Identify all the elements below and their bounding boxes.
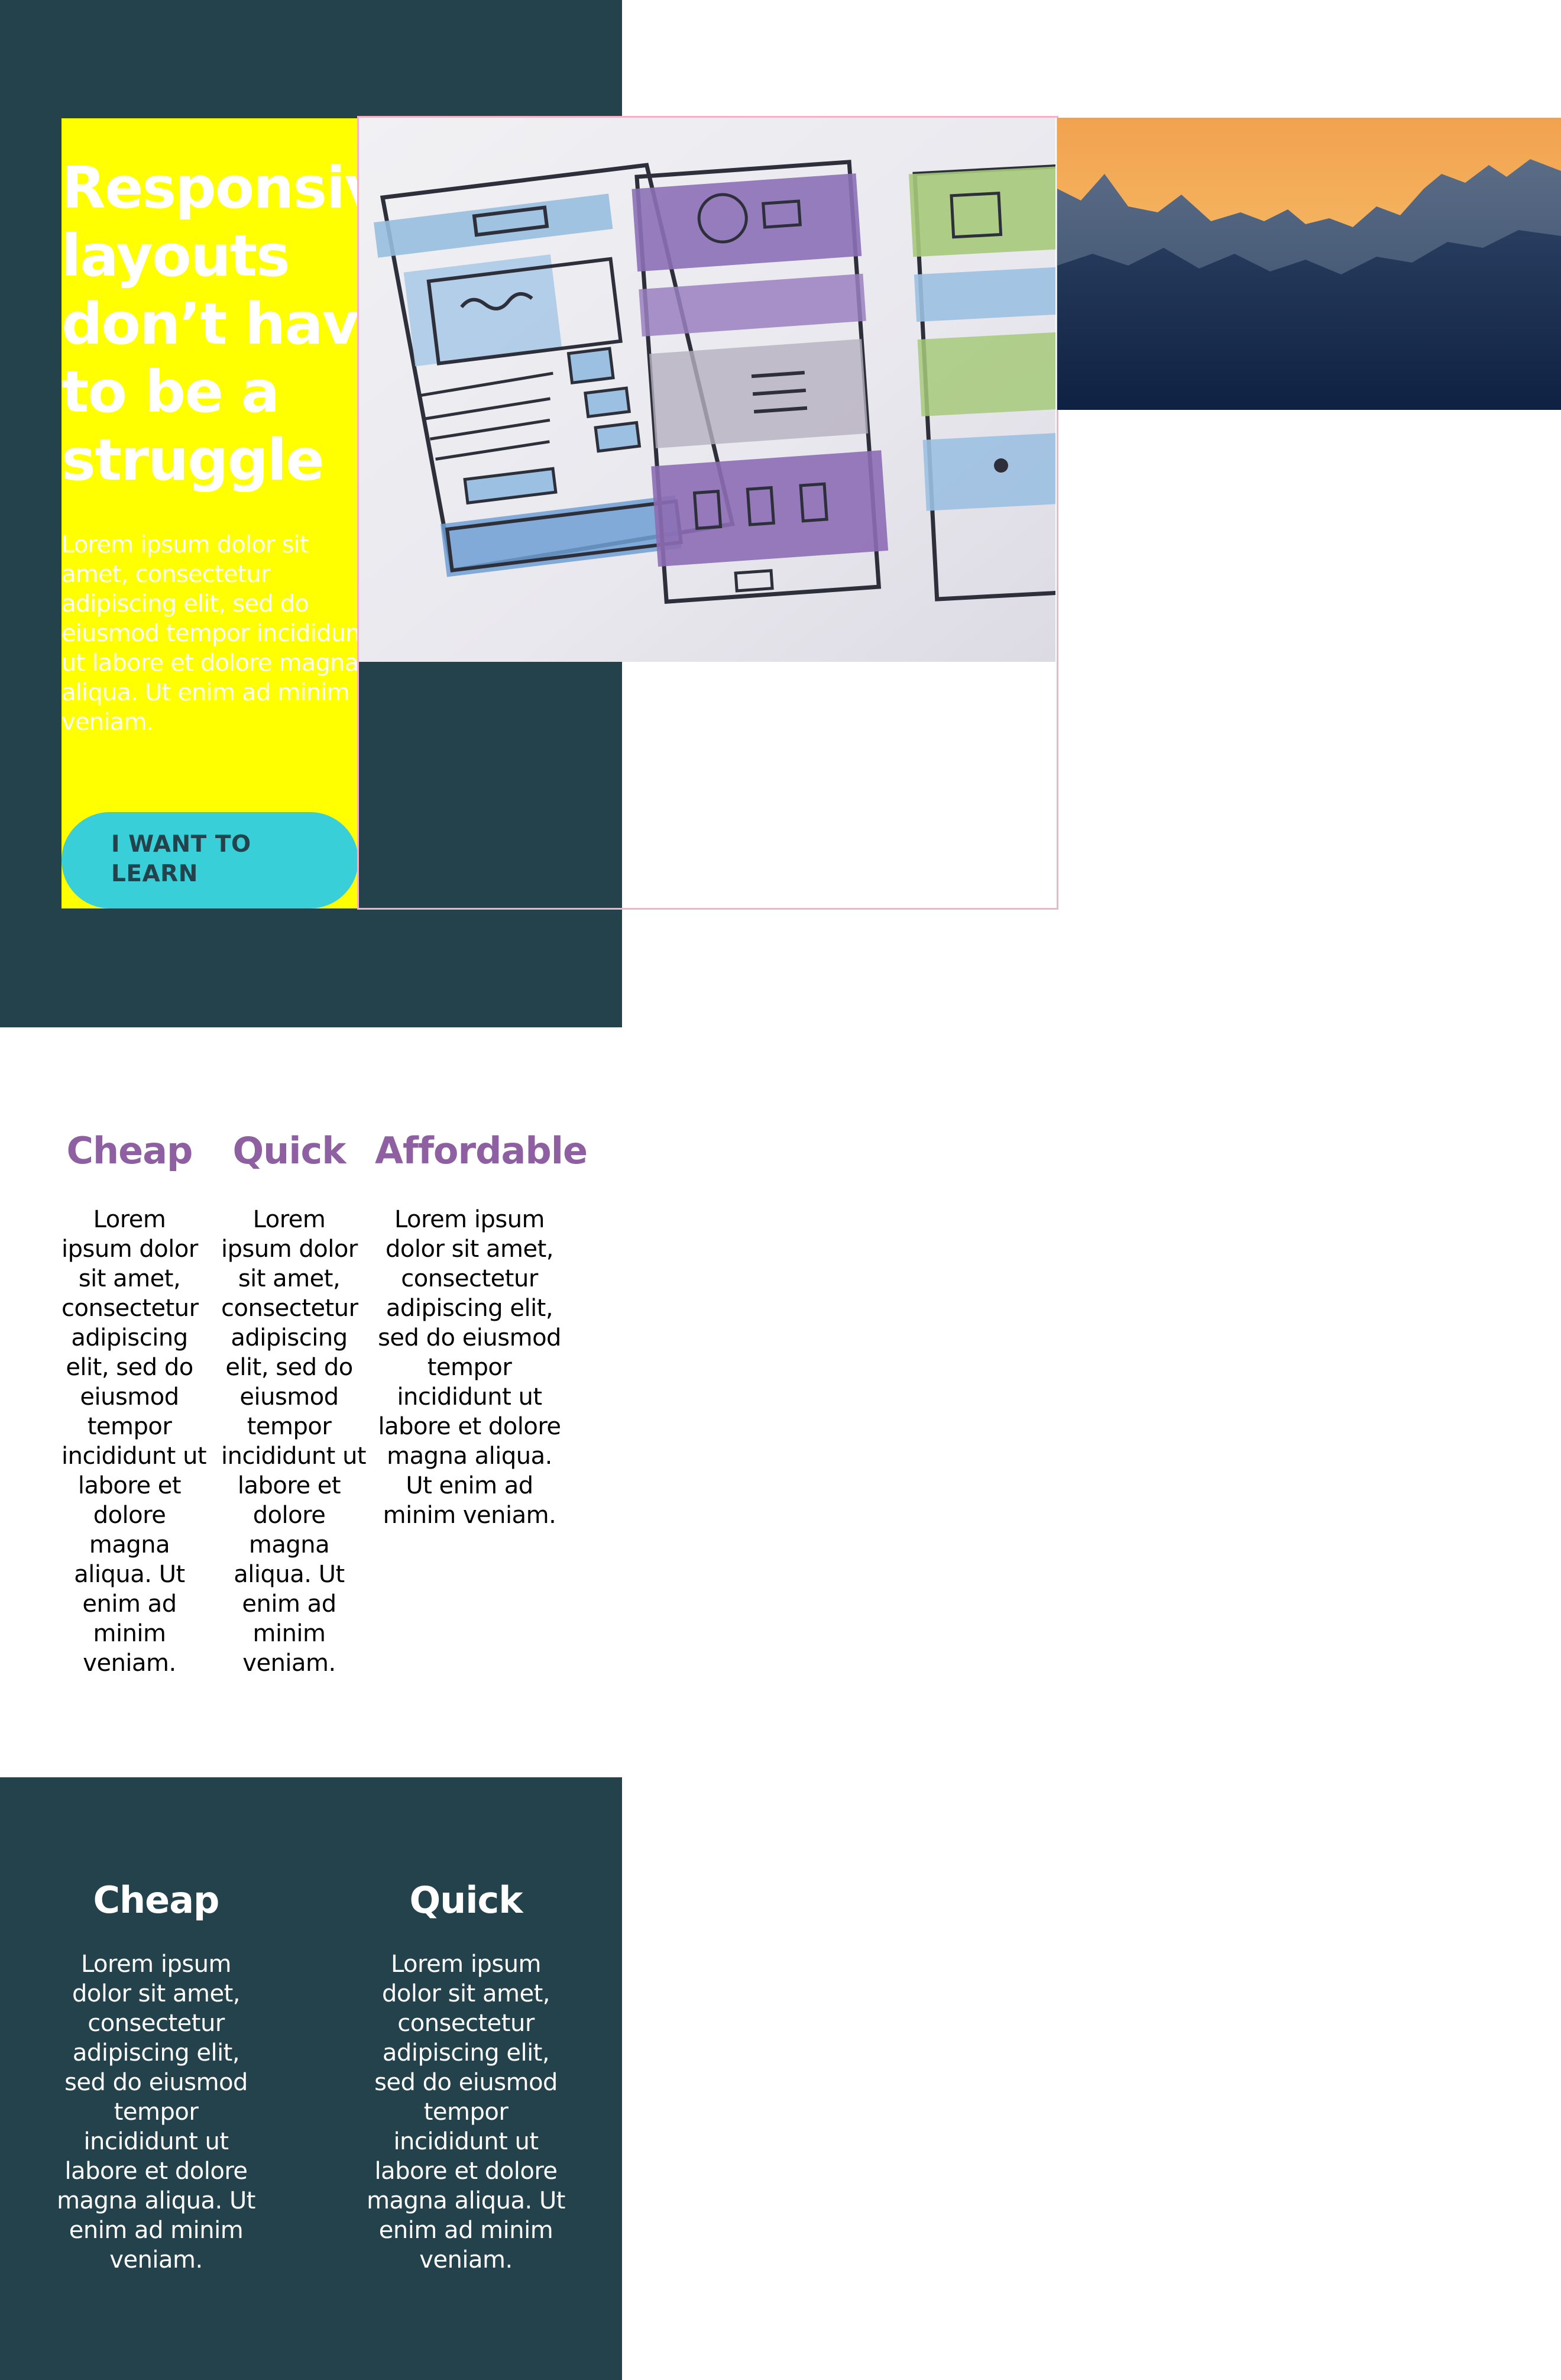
feature-description-line: adipiscing elit, — [386, 1295, 553, 1322]
feature-description-line: aliqua. Ut — [74, 1561, 185, 1588]
feature-description-line: ipsum dolor — [221, 1236, 358, 1263]
footer-feature-description-line: dolor sit amet, — [382, 1980, 550, 2007]
feature-description-line: adipiscing — [71, 1324, 188, 1351]
feature-heading: Cheap — [66, 1129, 193, 1172]
footer-feature-description: Lorem ipsum dolor sit amet, consectetur … — [365, 1949, 566, 2275]
feature-description-line: incididunt ut — [221, 1443, 367, 1470]
footer-feature-description-line: sed do eiusmod — [64, 2069, 248, 2096]
feature-heading: Quick — [232, 1129, 346, 1172]
feature-description-line: Lorem ipsum — [394, 1206, 545, 1233]
feature-heading: Affordable — [375, 1129, 588, 1172]
feature-description-line: minim veniam. — [383, 1502, 556, 1529]
footer-feature-description-line: Lorem ipsum — [390, 1951, 542, 1978]
footer-feature-description-line: Lorem ipsum — [80, 1951, 232, 1978]
feature-description-line: magna aliqua. — [387, 1443, 552, 1470]
feature-description: Lorem ipsum dolor sit amet, consectetur … — [221, 1205, 367, 1678]
feature-description-line: incididunt ut — [61, 1443, 207, 1470]
hero-description-line: Lorem ipsum dolor sit — [61, 531, 309, 558]
feature-description-line: ipsum dolor — [61, 1236, 198, 1263]
feature-description-line: magna — [248, 1531, 330, 1558]
feature-description-line: labore et — [237, 1472, 341, 1499]
hero-description: Lorem ipsum dolor sit amet, consectetur … — [61, 530, 369, 737]
feature-description-line: dolore — [252, 1502, 326, 1529]
feature-description-line: magna — [89, 1531, 170, 1558]
footer-feature-heading: Quick — [409, 1878, 523, 1922]
feature-description-line: veniam. — [242, 1650, 336, 1677]
feature-description-line: Lorem — [93, 1206, 166, 1233]
footer-feature-description-line: magna aliqua. Ut — [57, 2187, 255, 2214]
footer-feature-description-line: enim ad minim — [378, 2217, 553, 2244]
footer-feature-description-line: veniam. — [109, 2246, 203, 2274]
footer-feature-description-line: adipiscing elit, — [72, 2039, 240, 2067]
feature-description-line: aliqua. Ut — [234, 1561, 345, 1588]
hero-description-line: ut labore et dolore magna — [61, 649, 359, 677]
feature-description-line: sit amet, — [78, 1265, 181, 1292]
footer-feature-description-line: magna aliqua. Ut — [367, 2187, 565, 2214]
feature-description-line: incididunt ut — [397, 1383, 542, 1411]
hero-description-line: veniam. — [61, 709, 154, 736]
cta-label-line: I WANT TO — [111, 831, 251, 858]
cta-label-line: LEARN — [111, 861, 198, 887]
feature-description-line: enim ad — [242, 1590, 336, 1618]
feature-description-line: adipiscing — [231, 1324, 348, 1351]
feature-description-line: dolor sit amet, — [386, 1236, 553, 1263]
feature-description-line: Ut enim ad — [406, 1472, 533, 1499]
hero-description-line: amet, consectetur — [61, 561, 270, 588]
footer-feature-column-cheap: Cheap Lorem ipsum dolor sit amet, consec… — [56, 1875, 257, 2275]
feature-description-line: Lorem — [252, 1206, 326, 1233]
feature-description-line: eiusmod — [239, 1383, 339, 1411]
footer-feature-description-line: incididunt ut — [393, 2128, 539, 2155]
wireframe-sketch-image — [359, 118, 1055, 662]
footer-feature-description-line: enim ad minim — [69, 2217, 244, 2244]
feature-description-line: sit amet, — [238, 1265, 341, 1292]
feature-description-line: minim — [252, 1620, 326, 1647]
footer-feature-description-line: incididunt ut — [83, 2128, 229, 2155]
footer-feature-description-line: veniam. — [419, 2246, 513, 2274]
footer-feature-description-line: adipiscing elit, — [382, 2039, 550, 2067]
feature-description-line: labore et — [77, 1472, 182, 1499]
hero-description-line: adipiscing elit, sed do — [61, 590, 309, 617]
feature-column-cheap: Cheap Lorem ipsum dolor sit amet, consec… — [61, 1126, 207, 1678]
footer-feature-column-quick: Quick Lorem ipsum dolor sit amet, consec… — [365, 1875, 566, 2275]
feature-description-line: elit, sed do — [225, 1354, 353, 1381]
feature-description-line: eiusmod — [80, 1383, 179, 1411]
mountain-sunset-image — [1057, 118, 1561, 410]
i-want-to-learn-button[interactable]: I WANT TO LEARN — [61, 812, 358, 908]
hero-description-line: eiusmod tempor incididunt — [61, 620, 369, 647]
feature-description-line: veniam. — [83, 1650, 176, 1677]
hero-content-panel: Responsive layouts don’t have to be a st… — [61, 118, 419, 908]
feature-column-quick: Quick Lorem ipsum dolor sit amet, consec… — [221, 1126, 367, 1678]
cta-button-label: I WANT TO LEARN — [111, 830, 358, 889]
feature-description-line: minim — [93, 1620, 166, 1647]
feature-description-line: consectetur — [401, 1265, 538, 1292]
feature-description-line: labore et dolore — [378, 1413, 561, 1440]
footer-feature-description-line: tempor — [423, 2098, 509, 2126]
feature-description-line: sed do eiusmod — [378, 1324, 561, 1351]
footer-feature-description-line: dolor sit amet, — [72, 1980, 240, 2007]
feature-column-affordable: Affordable Lorem ipsum dolor sit amet, c… — [375, 1126, 588, 1530]
footer-feature-description-line: labore et dolore — [64, 2158, 248, 2185]
feature-description: Lorem ipsum dolor sit amet, consectetur … — [375, 1205, 564, 1530]
feature-description-line: tempor — [87, 1413, 172, 1440]
footer-feature-description-line: consectetur — [88, 2010, 225, 2037]
footer-feature-description-line: labore et dolore — [374, 2158, 558, 2185]
footer-feature-heading: Cheap — [93, 1878, 220, 1922]
hero-description-line: aliqua. Ut enim ad minim — [61, 679, 350, 706]
feature-description-line: consectetur — [61, 1295, 199, 1322]
feature-description-line: consectetur — [221, 1295, 358, 1322]
feature-description: Lorem ipsum dolor sit amet, consectetur … — [61, 1205, 207, 1678]
footer-feature-description-line: consectetur — [397, 2010, 535, 2037]
feature-description-line: tempor — [427, 1354, 512, 1381]
feature-description-line: dolore — [93, 1502, 166, 1529]
footer-feature-description-line: sed do eiusmod — [374, 2069, 558, 2096]
footer-feature-description-line: tempor — [114, 2098, 199, 2126]
feature-description-line: tempor — [247, 1413, 332, 1440]
feature-description-line: elit, sed do — [66, 1354, 193, 1381]
footer-feature-description: Lorem ipsum dolor sit amet, consectetur … — [56, 1949, 257, 2275]
feature-description-line: enim ad — [82, 1590, 177, 1618]
